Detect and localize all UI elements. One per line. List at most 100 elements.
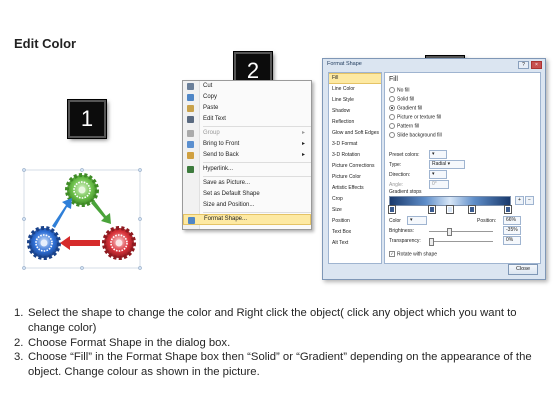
radio-button[interactable] [389, 114, 395, 120]
menu-item-bring-to-front[interactable]: Bring to Front ▸ [183, 139, 311, 150]
transparency-slider[interactable] [429, 241, 493, 242]
radio-button[interactable] [389, 132, 395, 138]
red-arrow-icon [60, 236, 100, 250]
gradient-stop-2[interactable] [428, 205, 436, 214]
fill-option-gradient-fill[interactable]: Gradient fill [389, 105, 422, 111]
submenu-arrow-icon: ▸ [301, 130, 305, 136]
direction-dropdown[interactable]: ▾ [429, 170, 447, 179]
page-title: Edit Color [14, 36, 77, 51]
fill-option-pattern-fill[interactable]: Pattern fill [389, 123, 419, 129]
menu-item-edit-text[interactable]: Edit Text [183, 114, 311, 125]
gradient-stop-1[interactable] [388, 205, 396, 214]
menu-separator [203, 212, 311, 213]
fill-option-label: Slide background fill [397, 132, 442, 139]
help-button[interactable]: ? [518, 61, 529, 69]
position-field[interactable]: 66% [503, 216, 521, 225]
rotate-with-shape-checkbox[interactable]: ✓ Rotate with shape [389, 251, 437, 257]
radio-button[interactable] [389, 105, 395, 111]
type-label: Type: [389, 162, 402, 168]
gear-cycle-diagram[interactable] [22, 160, 142, 272]
radio-button[interactable] [389, 87, 395, 93]
fill-option-picture-or-texture-fill[interactable]: Picture or texture fill [389, 114, 441, 120]
menu-item-save-as-picture[interactable]: Save as Picture... [183, 178, 311, 189]
fill-option-label: Pattern fill [397, 123, 420, 130]
fill-option-no-fill[interactable]: No fill [389, 87, 410, 93]
category-glow-and-soft-edges[interactable]: Glow and Soft Edges [329, 128, 381, 139]
menu-item-hyperlink[interactable]: Hyperlink... [183, 164, 311, 175]
paste-icon [187, 105, 194, 112]
category-fill[interactable]: Fill [329, 73, 381, 84]
category-list: Fill Line Color Line Style Shadow Reflection… [328, 72, 382, 264]
category-reflection[interactable]: Reflection [329, 117, 381, 128]
menu-item-label: Cut [203, 83, 213, 89]
angle-field[interactable]: 0° [429, 180, 449, 189]
category-picture-corrections[interactable]: Picture Corrections [329, 161, 381, 172]
menu-item-cut[interactable]: Cut [183, 81, 311, 92]
menu-item-label: Send to Back [203, 152, 239, 158]
add-stop-button[interactable]: + [515, 196, 524, 205]
brightness-thumb[interactable] [447, 228, 452, 236]
menu-item-label: Save as Picture... [203, 180, 251, 186]
remove-stop-button[interactable]: − [525, 196, 534, 205]
menu-item-label: Copy [203, 94, 218, 100]
transparency-thumb[interactable] [429, 238, 434, 246]
submenu-arrow-icon: ▸ [301, 141, 305, 147]
category-position[interactable]: Position [329, 216, 381, 227]
menu-separator [203, 162, 311, 163]
scissors-icon [187, 83, 194, 90]
category-size[interactable]: Size [329, 205, 381, 216]
transparency-field[interactable]: 0% [503, 236, 521, 245]
category-shadow[interactable]: Shadow [329, 106, 381, 117]
step-badge-1: 1 [68, 100, 106, 138]
category-alt-text[interactable]: Alt Text [329, 238, 381, 249]
transparency-label: Transparency: [389, 238, 421, 244]
category-3-d-rotation[interactable]: 3-D Rotation [329, 150, 381, 161]
preset-colors-dropdown[interactable]: ▾ [429, 150, 447, 159]
format-shape-dialog: Format Shape ? × Fill Line Color Line Styl… [322, 58, 546, 280]
category-3-d-format[interactable]: 3-D Format [329, 139, 381, 150]
category-text-box[interactable]: Text Box [329, 227, 381, 238]
red-gear-icon[interactable] [102, 226, 136, 260]
menu-item-copy[interactable]: Copy [183, 92, 311, 103]
category-artistic-effects[interactable]: Artistic Effects [329, 183, 381, 194]
gradient-stop-3[interactable] [446, 205, 454, 214]
menu-item-label: Format Shape... [204, 216, 248, 222]
radio-button[interactable] [389, 123, 395, 129]
close-button[interactable]: Close [508, 264, 538, 275]
green-arrow-icon [91, 200, 111, 224]
menu-item-format-shape[interactable]: Format Shape... [183, 214, 311, 225]
gradient-bar[interactable] [389, 196, 511, 206]
gradient-stops-label: Gradient stops [389, 189, 422, 195]
close-window-button[interactable]: × [531, 61, 542, 69]
menu-item-set-as-default-shape[interactable]: Set as Default Shape [183, 189, 311, 200]
menu-item-send-to-back[interactable]: Send to Back ▸ [183, 150, 311, 161]
radio-button[interactable] [389, 96, 395, 102]
menu-item-paste[interactable]: Paste [183, 103, 311, 114]
blue-gear-icon[interactable] [27, 226, 61, 260]
type-dropdown[interactable]: Radial ▾ [429, 160, 465, 169]
color-picker-button[interactable]: ▾ [407, 216, 427, 225]
category-line-color[interactable]: Line Color [329, 84, 381, 95]
brightness-field[interactable]: -35% [503, 226, 521, 235]
menu-item-group[interactable]: Group ▸ [183, 128, 311, 139]
context-menu: Cut Copy Paste Edit Text Group ▸ Bring to Fron… [182, 80, 312, 230]
fill-option-solid-fill[interactable]: Solid fill [389, 96, 414, 102]
category-picture-color[interactable]: Picture Color [329, 172, 381, 183]
fill-option-label: No fill [397, 87, 410, 94]
brightness-slider[interactable] [429, 231, 493, 232]
dialog-title: Format Shape [327, 61, 362, 67]
bring-front-icon [187, 141, 194, 148]
copy-icon [187, 94, 194, 101]
fill-option-slide-background-fill[interactable]: Slide background fill [389, 132, 442, 138]
menu-item-size-and-position[interactable]: Size and Position... [183, 200, 311, 211]
category-line-style[interactable]: Line Style [329, 95, 381, 106]
blue-arrow-icon [52, 198, 72, 228]
step-text: Choose Format Shape in the dialog box. [28, 336, 231, 349]
gradient-stop-5[interactable] [504, 205, 512, 214]
brightness-label: Brightness: [389, 228, 415, 234]
step-number: 3. [14, 351, 24, 364]
group-icon [187, 130, 194, 137]
gradient-stop-4[interactable] [468, 205, 476, 214]
category-crop[interactable]: Crop [329, 194, 381, 205]
edit-text-icon [187, 116, 194, 123]
